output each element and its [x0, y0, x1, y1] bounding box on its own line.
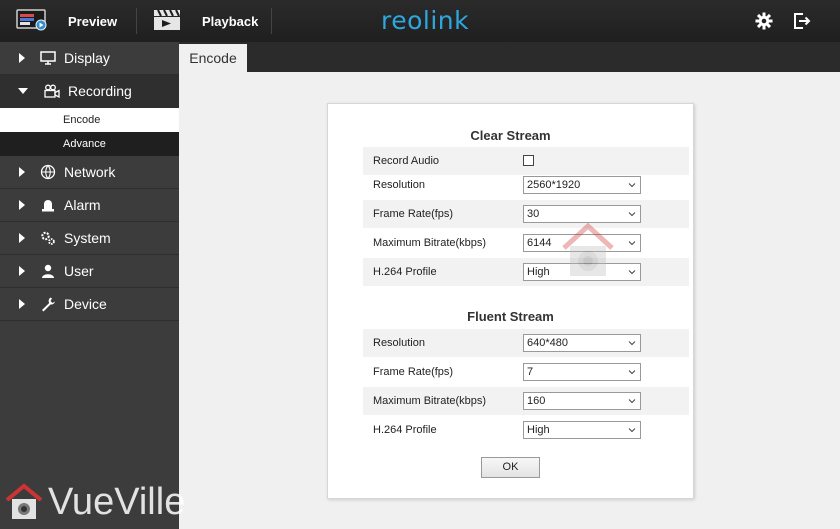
chevron-right-icon	[19, 266, 25, 276]
chevron-down-icon	[628, 212, 636, 217]
watermark-text: VueVille	[48, 480, 186, 523]
chevron-right-icon	[19, 299, 25, 309]
fluent-h264-row: H.264 Profile High	[363, 416, 689, 444]
ok-button[interactable]: OK	[481, 457, 540, 478]
reolink-logo: reolink	[381, 6, 470, 35]
user-icon	[40, 263, 56, 279]
chevron-down-icon	[628, 399, 636, 404]
chevron-down-icon	[628, 270, 636, 275]
select-value: 640*480	[527, 337, 568, 349]
resolution-label: Resolution	[373, 337, 425, 349]
chevron-down-icon	[628, 370, 636, 375]
preview-button[interactable]: Preview	[16, 0, 117, 42]
clapperboard-icon	[152, 9, 182, 34]
fluent-resolution-select[interactable]: 640*480	[523, 334, 641, 352]
playback-label: Playback	[202, 13, 259, 29]
wrench-icon	[40, 296, 56, 312]
top-bar: Preview Playback reolink	[0, 0, 840, 43]
max-bitrate-label: Maximum Bitrate(kbps)	[373, 395, 487, 407]
sidebar-item-display[interactable]: Display	[0, 42, 179, 75]
select-value: 6144	[527, 237, 552, 249]
resolution-label: Resolution	[373, 179, 425, 191]
max-bitrate-label: Maximum Bitrate(kbps)	[373, 237, 487, 249]
sidebar: Display Recording Encode Advance Network…	[0, 42, 179, 529]
house-camera-watermark-icon	[560, 222, 616, 285]
clear-frame-rate-row: Frame Rate(fps) 30	[363, 200, 689, 228]
camcorder-icon	[44, 83, 60, 99]
sidebar-subitem-advance[interactable]: Advance	[0, 132, 179, 156]
record-audio-label: Record Audio	[373, 155, 440, 167]
sidebar-item-label: Alarm	[64, 197, 101, 213]
sidebar-item-label: Recording	[68, 83, 132, 99]
sidebar-item-label: User	[64, 263, 94, 279]
clear-frame-rate-select[interactable]: 30	[523, 205, 641, 223]
select-value: High	[527, 424, 550, 436]
clear-bitrate-row: Maximum Bitrate(kbps) 6144	[363, 229, 689, 257]
house-camera-icon	[5, 483, 43, 519]
sidebar-item-label: Display	[64, 50, 110, 66]
monitor-icon	[40, 50, 56, 66]
sidebar-item-alarm[interactable]: Alarm	[0, 189, 179, 222]
fluent-frame-rate-select[interactable]: 7	[523, 363, 641, 381]
monitor-icon	[16, 8, 48, 34]
select-value: 30	[527, 208, 540, 220]
select-value: 7	[527, 366, 534, 378]
sidebar-subitem-encode[interactable]: Encode	[0, 108, 179, 132]
chevron-down-icon	[628, 341, 636, 346]
encode-panel: Clear Stream Record Audio Resolution 256…	[327, 103, 694, 499]
clear-resolution-row: Resolution 2560*1920	[363, 171, 689, 199]
logout-icon[interactable]	[793, 12, 811, 30]
chevron-down-icon	[628, 241, 636, 246]
fluent-bitrate-select[interactable]: 160	[523, 392, 641, 410]
record-audio-checkbox[interactable]	[523, 155, 534, 166]
select-value: 160	[527, 395, 546, 407]
vueville-watermark: VueVille	[4, 478, 185, 526]
fluent-resolution-row: Resolution 640*480	[363, 329, 689, 357]
chevron-right-icon	[19, 167, 25, 177]
frame-rate-label: Frame Rate(fps)	[373, 366, 454, 378]
chevron-right-icon	[19, 233, 25, 243]
preview-label: Preview	[68, 13, 118, 29]
sidebar-item-recording[interactable]: Recording	[0, 75, 179, 108]
sidebar-item-network[interactable]: Network	[0, 156, 179, 189]
tab-encode[interactable]: Encode	[179, 44, 247, 72]
chevron-down-icon	[628, 428, 636, 433]
fluent-h264-select[interactable]: High	[523, 421, 641, 439]
siren-icon	[40, 197, 56, 213]
cogs-icon	[40, 230, 56, 246]
top-divider	[271, 8, 272, 34]
sidebar-item-device[interactable]: Device	[0, 288, 179, 321]
h264-profile-label: H.264 Profile	[373, 424, 437, 436]
playback-button[interactable]: Playback	[152, 0, 258, 42]
tab-strip: Encode	[179, 42, 840, 72]
sidebar-item-system[interactable]: System	[0, 222, 179, 255]
globe-icon	[40, 164, 56, 180]
sidebar-item-label: Device	[64, 296, 107, 312]
clear-resolution-select[interactable]: 2560*1920	[523, 176, 641, 194]
select-value: High	[527, 266, 550, 278]
chevron-right-icon	[19, 53, 25, 63]
sidebar-item-label: Network	[64, 164, 116, 180]
chevron-right-icon	[19, 200, 25, 210]
h264-profile-label: H.264 Profile	[373, 266, 437, 278]
fluent-frame-rate-row: Frame Rate(fps) 7	[363, 358, 689, 386]
clear-h264-row: H.264 Profile High	[363, 258, 689, 286]
sidebar-item-label: System	[64, 230, 111, 246]
frame-rate-label: Frame Rate(fps)	[373, 208, 454, 220]
clear-stream-title: Clear Stream	[470, 128, 551, 143]
sidebar-item-user[interactable]: User	[0, 255, 179, 288]
chevron-down-icon	[628, 183, 636, 188]
fluent-bitrate-row: Maximum Bitrate(kbps) 160	[363, 387, 689, 415]
top-divider	[136, 8, 137, 34]
fluent-stream-title: Fluent Stream	[467, 309, 554, 324]
gear-icon[interactable]	[755, 12, 773, 30]
select-value: 2560*1920	[527, 179, 581, 191]
chevron-down-icon	[18, 88, 28, 94]
